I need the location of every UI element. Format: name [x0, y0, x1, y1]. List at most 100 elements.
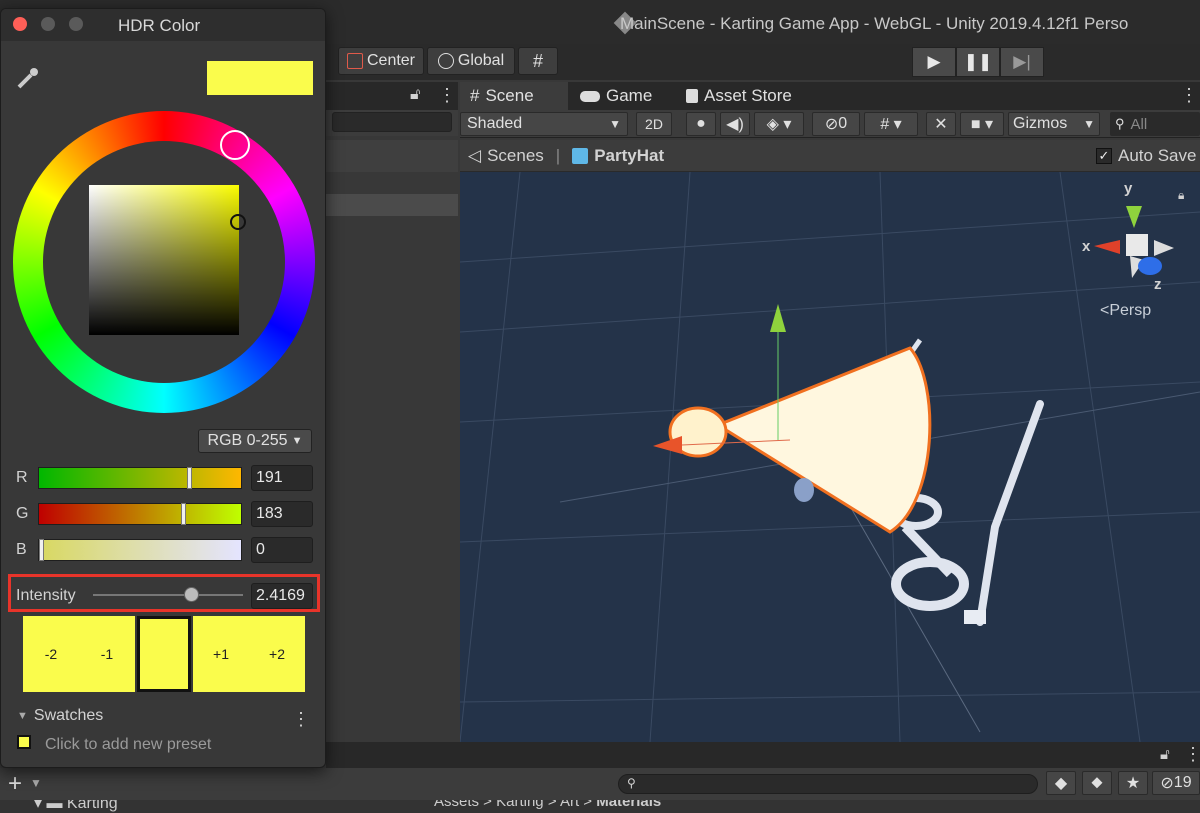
gizmos-dropdown[interactable]: Gizmos ▼: [1008, 112, 1100, 136]
filter-by-label-button[interactable]: ⬥: [1082, 771, 1112, 795]
eyedropper-icon[interactable]: [15, 65, 41, 91]
hierarchy-panel: [326, 138, 458, 742]
dropdown-arrow-icon: ▼: [291, 435, 303, 447]
hue-selector-handle[interactable]: [220, 130, 250, 160]
exposure-swatch-plus-2[interactable]: +2: [249, 616, 305, 692]
crumb-art[interactable]: Art: [560, 800, 579, 810]
project-breadcrumb: Assets > Karting > Art > Materials: [434, 800, 661, 810]
kebab-menu-icon[interactable]: ⋮: [1184, 744, 1200, 765]
toggle-2d-button[interactable]: 2D: [636, 112, 672, 136]
crumb-assets[interactable]: Assets: [434, 800, 479, 810]
partyhat-model[interactable]: [668, 338, 1044, 626]
intensity-label: Intensity: [16, 587, 76, 604]
project-toolbar: + ▼ ⚲ ◆ ⬥ ★ ⊘ 19: [0, 768, 1200, 800]
scene-visibility-toggle[interactable]: ⊘ 0: [812, 112, 860, 136]
color-mode-dropdown[interactable]: RGB 0-255 ▼: [198, 429, 312, 453]
play-button[interactable]: ▶: [912, 47, 956, 77]
sv-selector-handle[interactable]: [230, 214, 246, 230]
effects-icon: ◈ ▾: [766, 116, 792, 133]
exposure-swatch-minus-2[interactable]: -2: [23, 616, 79, 692]
breadcrumb-scenes[interactable]: Scenes: [487, 146, 544, 166]
space-global-button[interactable]: Global: [427, 47, 515, 75]
audio-toggle[interactable]: ◀): [720, 112, 750, 136]
favorites-button[interactable]: ★: [1118, 771, 1148, 795]
camera-icon: ■ ▾: [970, 116, 994, 133]
blue-channel-label: B: [16, 541, 27, 558]
intensity-slider[interactable]: [93, 587, 243, 602]
back-arrow-icon[interactable]: ◁: [468, 146, 481, 166]
grid-dropdown[interactable]: # ▾: [864, 112, 918, 136]
pivot-center-button[interactable]: Center: [338, 47, 424, 75]
tools-button[interactable]: ✕: [926, 112, 956, 136]
tab-asset-store[interactable]: Asset Store: [676, 82, 816, 110]
folder-icon: ▾ ▬: [34, 800, 67, 812]
scene-search-input[interactable]: ⚲ All: [1110, 112, 1200, 136]
red-value-field[interactable]: 191: [251, 465, 313, 491]
close-window-button[interactable]: [13, 17, 27, 31]
exposure-swatches: -2 -1 +1 +2: [23, 616, 305, 692]
lock-icon[interactable]: 🔒︎: [1178, 188, 1184, 203]
breadcrumb: ◁ Scenes | PartyHat: [468, 146, 664, 166]
swatches-foldout[interactable]: ▼ Swatches: [17, 707, 103, 725]
shading-mode-dropdown[interactable]: Shaded ▼: [460, 112, 628, 136]
folder-label: Karting: [66, 800, 118, 812]
hierarchy-search-input[interactable]: [332, 112, 452, 132]
kebab-menu-icon[interactable]: ⋮: [1180, 85, 1198, 106]
scene-viewport[interactable]: y x z 🔒︎ <Persp: [460, 172, 1200, 742]
breadcrumb-partyhat[interactable]: PartyHat: [594, 146, 664, 166]
eye-slash-icon: ⊘: [1160, 775, 1174, 792]
exposure-swatch-minus-1[interactable]: -1: [79, 616, 135, 692]
saturation-value-square[interactable]: [89, 185, 239, 335]
red-channel-slider[interactable]: [38, 467, 242, 489]
crumb-materials[interactable]: Materials: [596, 800, 661, 810]
hdr-window-title: HDR Color: [118, 16, 201, 35]
effects-dropdown[interactable]: ◈ ▾: [754, 112, 804, 136]
blue-channel-slider[interactable]: [38, 539, 242, 561]
filter-by-type-button[interactable]: ◆: [1046, 771, 1076, 795]
red-slider-handle[interactable]: [187, 467, 193, 489]
hierarchy-row[interactable]: [326, 140, 458, 172]
auto-save-toggle[interactable]: ✓ Auto Save: [1096, 146, 1196, 166]
lock-icon[interactable]: 🔓︎: [1160, 746, 1170, 763]
hierarchy-row-selected[interactable]: [326, 194, 458, 216]
crumb-karting[interactable]: Karting: [496, 800, 544, 810]
hidden-packages-toggle[interactable]: ⊘ 19: [1152, 771, 1200, 795]
blue-value-field[interactable]: 0: [251, 537, 313, 563]
prefab-breadcrumb-bar: ◁ Scenes | PartyHat ✓ Auto Save: [460, 140, 1200, 172]
exposure-swatch-current[interactable]: [137, 616, 191, 692]
project-crumb-row: ▾ ▬ Karting Assets > Karting > Art > Mat…: [0, 800, 1200, 813]
axis-x-label: x: [1082, 238, 1091, 255]
camera-dropdown[interactable]: ■ ▾: [960, 112, 1004, 136]
lock-icon[interactable]: 🔓︎: [410, 86, 420, 104]
hierarchy-header: 🔓︎ ⋮: [326, 82, 458, 110]
tab-game[interactable]: Game: [570, 82, 674, 110]
projection-toggle[interactable]: <Persp: [1100, 302, 1151, 320]
exposure-swatch-plus-1[interactable]: +1: [193, 616, 249, 692]
intensity-value-field[interactable]: 2.4169: [251, 583, 313, 609]
green-channel-slider[interactable]: [38, 503, 242, 525]
project-search-input[interactable]: ⚲: [618, 774, 1038, 794]
zoom-window-button[interactable]: [69, 17, 83, 31]
add-preset-swatch[interactable]: [17, 735, 31, 749]
kebab-menu-icon[interactable]: ⋮: [438, 85, 456, 106]
add-icon[interactable]: +: [8, 770, 22, 798]
folder-tree-item[interactable]: ▾ ▬ Karting: [34, 800, 118, 813]
dropdown-arrow-icon: ▼: [1083, 117, 1095, 131]
tab-scene[interactable]: # Scene: [460, 82, 568, 110]
green-value-field[interactable]: 183: [251, 501, 313, 527]
snap-button[interactable]: #: [518, 47, 558, 75]
minimize-window-button[interactable]: [41, 17, 55, 31]
projection-label: Persp: [1109, 302, 1152, 319]
blue-slider-handle[interactable]: [39, 539, 44, 561]
green-slider-handle[interactable]: [181, 503, 187, 525]
hierarchy-search: [326, 110, 458, 136]
pause-button[interactable]: ❚❚: [956, 47, 1000, 77]
lighting-toggle[interactable]: ●: [686, 112, 716, 136]
dropdown-arrow-icon[interactable]: ▼: [30, 776, 42, 790]
star-icon: ★: [1125, 775, 1141, 792]
checkbox-icon[interactable]: ✓: [1096, 148, 1112, 164]
step-button[interactable]: ▶|: [1000, 47, 1044, 77]
intensity-slider-handle[interactable]: [183, 587, 199, 602]
orientation-gizmo[interactable]: y x z 🔒︎: [1078, 178, 1198, 318]
kebab-menu-icon[interactable]: ⋮: [292, 709, 310, 730]
